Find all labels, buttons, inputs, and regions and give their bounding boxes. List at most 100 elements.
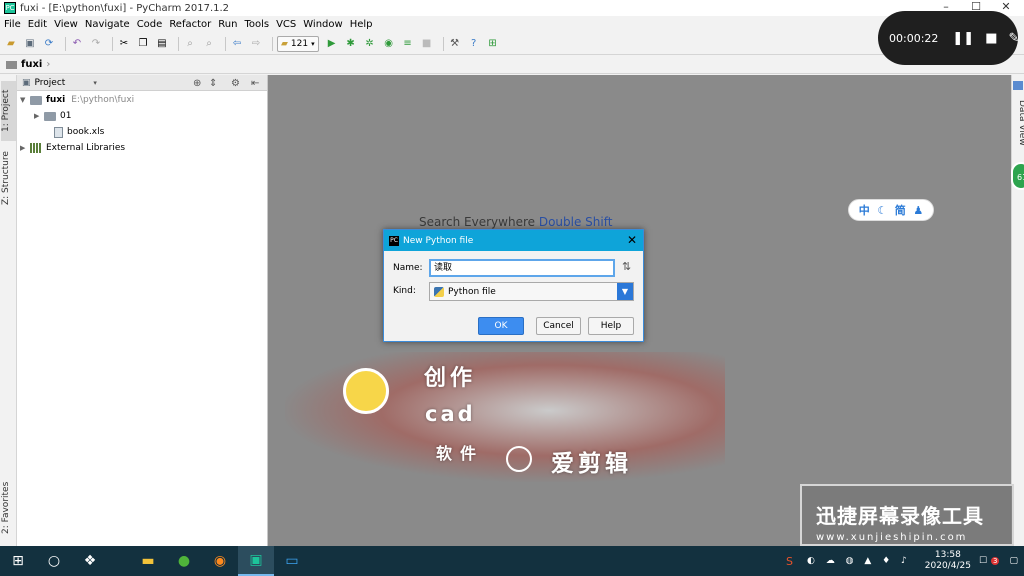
pen-icon[interactable]: ✎ [1009, 31, 1020, 46]
cut-icon[interactable]: ✂ [117, 37, 131, 51]
menu-refactor[interactable]: Refactor [169, 19, 211, 30]
chevron-right-icon[interactable]: ▶ [34, 112, 44, 120]
chevron-down-icon[interactable]: ▼ [20, 96, 30, 104]
folder-icon [30, 95, 42, 105]
undo-icon[interactable]: ↶ [70, 37, 84, 51]
tree-item-root[interactable]: ▼ fuxi E:\python\fuxi [20, 92, 134, 108]
run-icon[interactable]: ▶ [325, 37, 339, 51]
name-input[interactable]: 读取 [429, 259, 615, 277]
floating-badge[interactable]: 61 [1011, 162, 1024, 190]
menu-file[interactable]: File [4, 19, 21, 30]
help-icon[interactable]: ? [467, 37, 481, 51]
sync-scroll-icon[interactable]: ⊕ [193, 75, 201, 91]
cancel-button[interactable]: Cancel [536, 317, 581, 335]
project-panel-header: ▣ Project ▾ ⊕ ⇕ ⚙ ⇤ [17, 75, 267, 91]
hide-panel-icon[interactable]: ⇤ [251, 75, 259, 91]
profile-icon[interactable]: ◉ [382, 37, 396, 51]
menu-vcs[interactable]: VCS [276, 19, 296, 30]
tree-item-label: book.xls [67, 127, 105, 137]
menu-bar: File Edit View Navigate Code Refactor Ru… [0, 16, 1024, 33]
green-app-icon[interactable]: ● [166, 546, 202, 576]
concurrency-icon[interactable]: ≡ [401, 37, 415, 51]
debug-icon[interactable]: ✱ [344, 37, 358, 51]
recording-time: 00:00:22 [889, 31, 939, 45]
sort-icon[interactable]: ⇅ [622, 260, 631, 273]
forward-icon[interactable]: ⇨ [249, 37, 263, 51]
find-icon[interactable]: ⌕ [183, 37, 197, 51]
title-bar: PC fuxi - [E:\python\fuxi] - PyCharm 201… [0, 0, 1024, 16]
file-explorer-icon[interactable]: ▬ [130, 546, 166, 576]
tree-item-path: E:\python\fuxi [71, 95, 135, 105]
project-view-select[interactable]: Project [35, 78, 66, 88]
overlay-text-2: cad [425, 402, 476, 426]
window-title: fuxi - [E:\python\fuxi] - PyCharm 2017.1… [20, 2, 230, 14]
paste-icon[interactable]: ▤ [155, 37, 169, 51]
copy-icon[interactable]: ❐ [136, 37, 150, 51]
project-icon: ▣ [22, 77, 31, 88]
tray-icons[interactable]: ◐ ☁ ◍ ▲ ♦ ♪ [807, 556, 911, 566]
chevron-down-icon[interactable]: ▾ [93, 79, 97, 87]
menu-navigate[interactable]: Navigate [85, 19, 130, 30]
chevron-down-icon[interactable]: ▼ [617, 283, 633, 300]
stop-icon[interactable]: ■ [985, 31, 997, 46]
chevron-right-icon: › [46, 59, 51, 70]
kind-select[interactable]: Python file ▼ [429, 282, 634, 301]
moon-icon[interactable]: ☾ [877, 204, 887, 217]
shirt-icon[interactable]: ♟ [913, 204, 923, 217]
run-configuration-select[interactable]: ▰ 121 ▾ [277, 35, 319, 52]
breadcrumb-fuxi[interactable]: fuxi [21, 59, 42, 70]
sync-icon[interactable]: ⟳ [42, 37, 56, 51]
firefox-icon[interactable]: ◉ [202, 546, 238, 576]
tree-item-external-libraries[interactable]: ▶ External Libraries [20, 140, 125, 156]
tree-item-folder-01[interactable]: ▶ 01 [34, 108, 71, 124]
coverage-icon[interactable]: ✲ [363, 37, 377, 51]
menu-view[interactable]: View [54, 19, 78, 30]
ok-button[interactable]: OK [478, 317, 524, 335]
menu-window[interactable]: Window [303, 19, 342, 30]
settings-icon[interactable]: ⚒ [448, 37, 462, 51]
menu-tools[interactable]: Tools [244, 19, 269, 30]
tree-item-book-xls[interactable]: book.xls [44, 124, 104, 140]
gear-icon[interactable]: ⚙ [231, 75, 240, 91]
pause-icon[interactable]: ❚❚ [952, 31, 974, 46]
ime-charset-label[interactable]: 简 [895, 202, 906, 218]
system-tray: S ◐ ☁ ◍ ▲ ♦ ♪ 13:58 2020/4/25 ☐ 3 ▢ [786, 546, 1024, 576]
notification-icon[interactable]: ☐ [979, 556, 987, 566]
tab-favorites[interactable]: 2: Favorites [1, 475, 16, 541]
python-config-icon: ▰ [281, 38, 288, 49]
vcs-icon[interactable]: ⊞ [486, 37, 500, 51]
pycharm-taskbar-icon[interactable]: ▣ [238, 546, 274, 576]
main-toolbar: ▰ ▣ ⟳ ↶ ↷ ✂ ❐ ▤ ⌕ ⌕ ⇦ ⇨ ▰ 121 ▾ ▶ ✱ ✲ ◉ … [0, 33, 1024, 55]
ime-mode-label[interactable]: 中 [859, 202, 870, 218]
left-tool-strip: 1: Project Z: Structure 2: Favorites [0, 75, 17, 546]
chevron-right-icon[interactable]: ▶ [20, 144, 30, 152]
ime-toolbar[interactable]: 中 ☾ 简 ♟ [848, 199, 934, 221]
taskbar-clock[interactable]: 13:58 2020/4/25 [925, 550, 971, 572]
menu-run[interactable]: Run [218, 19, 237, 30]
back-icon[interactable]: ⇦ [230, 37, 244, 51]
close-icon[interactable]: ✕ [627, 233, 637, 247]
kind-label: Kind: [393, 286, 416, 296]
menu-edit[interactable]: Edit [28, 19, 47, 30]
sogou-ime-icon[interactable]: S [786, 555, 793, 568]
collapse-all-icon[interactable]: ⇕ [209, 75, 217, 91]
recorder-taskbar-icon[interactable]: ▭ [274, 546, 310, 576]
search-icon[interactable]: ○ [36, 546, 72, 576]
tab-project[interactable]: 1: Project [1, 81, 16, 141]
watermark-url: www.xunjieshipin.com [816, 532, 968, 543]
tab-structure[interactable]: Z: Structure [1, 145, 16, 211]
windows-start-icon[interactable]: ⊞ [0, 546, 36, 576]
menu-code[interactable]: Code [137, 19, 163, 30]
save-icon[interactable]: ▣ [23, 37, 37, 51]
task-view-icon[interactable]: ❖ [72, 546, 108, 576]
open-folder-icon[interactable]: ▰ [4, 37, 18, 51]
notification-count: 3 [991, 557, 1000, 565]
tab-data-view[interactable]: Data View [1012, 93, 1024, 153]
redo-icon[interactable]: ↷ [89, 37, 103, 51]
action-center-icon[interactable]: ▢ [1009, 556, 1018, 566]
help-button[interactable]: Help [588, 317, 634, 335]
replace-icon[interactable]: ⌕ [202, 37, 216, 51]
library-icon [30, 143, 42, 153]
menu-help[interactable]: Help [350, 19, 373, 30]
stop-icon[interactable]: ■ [420, 37, 434, 51]
